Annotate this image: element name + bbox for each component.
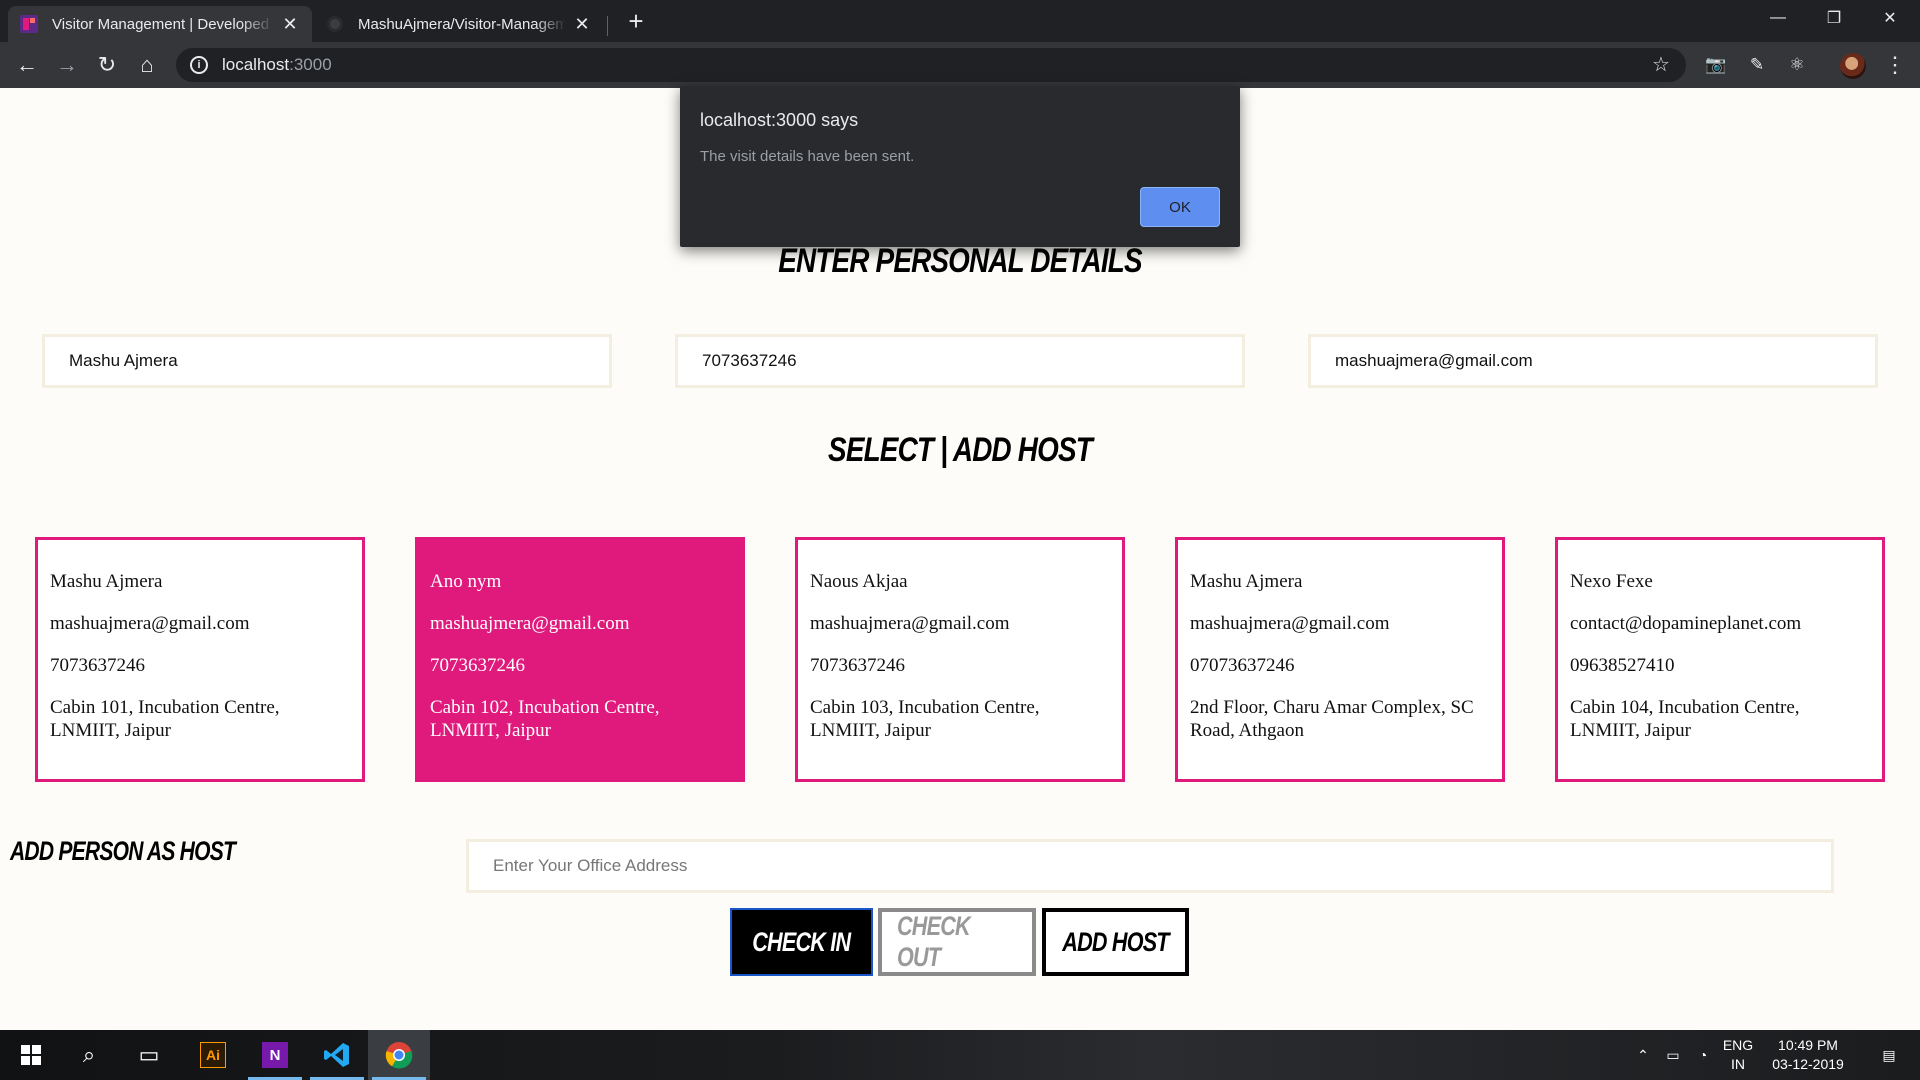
host-name: Mashu Ajmera: [1190, 571, 1303, 592]
select-host-heading: SELECT | ADD HOST: [828, 431, 1093, 469]
browser-titlebar: Visitor Management | Developed by Mashu …: [0, 0, 1920, 42]
tab-visitor-management[interactable]: Visitor Management | Developed by Mashu …: [8, 6, 312, 42]
host-phone: 7073637246: [50, 655, 145, 676]
windows-taskbar: ⌕ ▭ Ai N ⌃ ▭ ◔ ENG IN 10:49 PM 03-12-201…: [0, 1030, 1920, 1080]
add-host-button[interactable]: ADD HOST: [1042, 908, 1189, 976]
onenote-icon[interactable]: N: [244, 1030, 306, 1080]
new-tab-icon[interactable]: +: [624, 8, 648, 34]
host-card[interactable]: Mashu Ajmera mashuajmera@gmail.com 07073…: [1175, 537, 1505, 782]
clock-date: 03-12-2019: [1772, 1056, 1844, 1072]
host-card[interactable]: Mashu Ajmera mashuajmera@gmail.com 70736…: [35, 537, 365, 782]
clock[interactable]: 10:49 PM 03-12-2019: [1758, 1036, 1858, 1074]
personal-details-heading: ENTER PERSONAL DETAILS: [778, 242, 1142, 280]
check-in-button[interactable]: CHECK IN: [730, 908, 873, 976]
camera-extension-icon[interactable]: 📷: [1705, 54, 1727, 76]
minimize-icon[interactable]: —: [1750, 0, 1806, 36]
check-in-label: CHECK IN: [752, 926, 851, 957]
host-email: mashuajmera@gmail.com: [50, 613, 250, 634]
task-view-icon[interactable]: ▭: [118, 1030, 180, 1080]
profile-avatar[interactable]: [1840, 53, 1866, 79]
host-name: Nexo Fexe: [1570, 571, 1653, 592]
pen-extension-icon[interactable]: ✎: [1746, 54, 1768, 76]
host-email: mashuajmera@gmail.com: [1190, 613, 1390, 634]
illustrator-icon[interactable]: Ai: [182, 1030, 244, 1080]
url-port: :3000: [289, 55, 332, 74]
react-extension-icon[interactable]: ⚛: [1786, 54, 1808, 76]
close-tab-icon[interactable]: ✕: [280, 14, 300, 35]
more-menu-icon[interactable]: ⋮: [1884, 52, 1906, 78]
wifi-icon[interactable]: ◔: [1688, 1030, 1718, 1080]
host-name: Mashu Ajmera: [50, 571, 163, 592]
alert-dialog: localhost:3000 says The visit details ha…: [680, 86, 1240, 247]
home-icon[interactable]: ⌂: [132, 50, 162, 80]
tab-title: MashuAjmera/Visitor-Management: [358, 15, 566, 33]
host-phone: 7073637246: [430, 655, 525, 676]
battery-icon[interactable]: ▭: [1658, 1030, 1688, 1080]
host-address: Cabin 103, Incubation Centre, LNMIIT, Ja…: [810, 697, 1040, 741]
host-email: mashuajmera@gmail.com: [430, 613, 630, 634]
search-icon[interactable]: ⌕: [58, 1030, 120, 1080]
office-address-input[interactable]: Enter Your Office Address: [466, 839, 1834, 893]
language-code: ENG: [1722, 1037, 1754, 1053]
back-icon[interactable]: ←: [12, 50, 42, 80]
host-address: Cabin 101, Incubation Centre, LNMIIT, Ja…: [50, 697, 280, 741]
chevron-up-icon[interactable]: ⌃: [1628, 1030, 1658, 1080]
chrome-icon[interactable]: [368, 1030, 430, 1080]
app-favicon-icon: [20, 15, 38, 33]
tab-title: Visitor Management | Developed by Mashu …: [52, 15, 274, 33]
language-indicator[interactable]: ENG IN: [1718, 1036, 1758, 1074]
restore-icon[interactable]: ❐: [1806, 0, 1862, 36]
notifications-icon[interactable]: ▤: [1864, 1030, 1914, 1080]
check-out-button[interactable]: CHECK OUT: [878, 908, 1036, 976]
host-email: contact@dopamineplanet.com: [1570, 613, 1802, 634]
host-address: 2nd Floor, Charu Amar Complex, SC Road, …: [1190, 697, 1474, 741]
host-email: mashuajmera@gmail.com: [810, 613, 1010, 634]
add-person-label: ADD PERSON AS HOST: [10, 836, 236, 866]
browser-toolbar: ← → ↻ ⌂ i localhost:3000 ☆ 📷 ✎ ⚛ ⋮: [0, 42, 1920, 88]
ok-button[interactable]: OK: [1140, 187, 1220, 227]
host-address: Cabin 104, Incubation Centre, LNMIIT, Ja…: [1570, 697, 1800, 741]
forward-icon[interactable]: →: [52, 50, 82, 80]
tab-github-repo[interactable]: MashuAjmera/Visitor-Management ✕: [314, 6, 604, 42]
alert-message: The visit details have been sent.: [700, 148, 915, 165]
info-icon[interactable]: i: [190, 56, 208, 74]
host-card[interactable]: Nexo Fexe contact@dopamineplanet.com 096…: [1555, 537, 1885, 782]
alert-title: localhost:3000 says: [700, 110, 859, 130]
bookmark-star-icon[interactable]: ☆: [1652, 52, 1670, 77]
host-address: Cabin 102, Incubation Centre, LNMIIT, Ja…: [430, 697, 660, 741]
host-name: Naous Akjaa: [810, 571, 908, 592]
tab-divider: [607, 16, 608, 36]
name-field[interactable]: Mashu Ajmera: [42, 334, 612, 388]
clock-time: 10:49 PM: [1778, 1037, 1838, 1053]
host-card-selected[interactable]: Ano nym mashuajmera@gmail.com 7073637246…: [415, 537, 745, 782]
check-out-label: CHECK OUT: [897, 911, 971, 972]
address-bar[interactable]: i localhost:3000: [176, 48, 1686, 82]
host-phone: 07073637246: [1190, 655, 1295, 676]
email-field[interactable]: mashuajmera@gmail.com: [1308, 334, 1878, 388]
add-host-label: ADD HOST: [1062, 926, 1169, 957]
close-window-icon[interactable]: ✕: [1862, 0, 1918, 36]
windows-start-icon[interactable]: [0, 1030, 62, 1080]
host-name: Ano nym: [430, 571, 502, 592]
host-card[interactable]: Naous Akjaa mashuajmera@gmail.com 707363…: [795, 537, 1125, 782]
host-phone: 7073637246: [810, 655, 905, 676]
close-tab-icon[interactable]: ✕: [572, 14, 592, 35]
github-icon: [327, 16, 343, 32]
vscode-icon[interactable]: [306, 1030, 368, 1080]
reload-icon[interactable]: ↻: [92, 50, 122, 80]
region-code: IN: [1731, 1056, 1745, 1072]
url-host: localhost: [222, 55, 290, 74]
phone-field[interactable]: 7073637246: [675, 334, 1245, 388]
host-phone: 09638527410: [1570, 655, 1675, 676]
